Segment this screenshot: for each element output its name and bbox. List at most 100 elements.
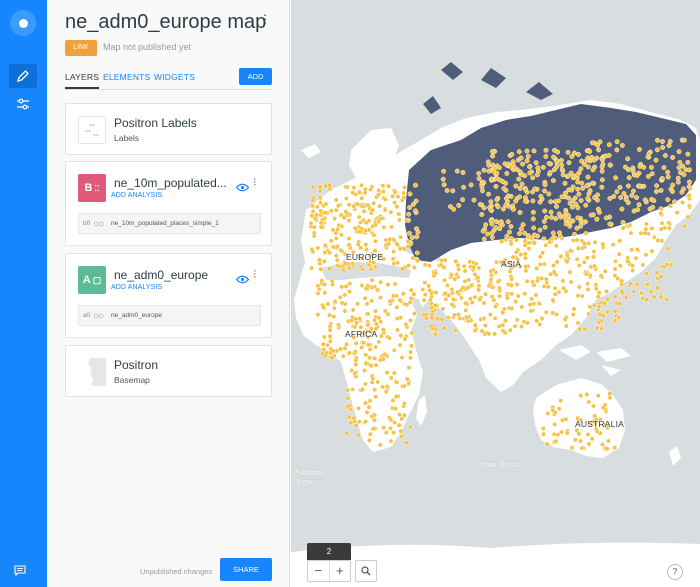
layer-card-basemap[interactable]: Positron Basemap — [65, 345, 272, 397]
layer-card-b[interactable]: B ⁚⁚ ne_10m_populated... ADD ANALYSIS · · ·… — [65, 161, 272, 246]
place-point — [649, 225, 655, 231]
place-point — [364, 409, 370, 415]
carto-logo-icon[interactable] — [10, 10, 36, 36]
place-point — [591, 254, 596, 260]
visibility-eye-icon[interactable] — [235, 271, 250, 289]
place-point — [350, 386, 356, 392]
place-point — [433, 290, 439, 296]
layer-options-kebab-icon[interactable]: · · · — [253, 266, 259, 283]
layer-card-labels[interactable]: Positron Labels Labels — [65, 103, 272, 155]
place-point — [565, 149, 571, 155]
place-point — [366, 404, 372, 410]
place-point — [454, 168, 460, 174]
place-point — [440, 176, 446, 182]
map-label-europe: EUROPE — [346, 252, 384, 262]
place-point — [617, 238, 623, 244]
place-point — [332, 298, 338, 304]
analysis-node[interactable]: a0 ne_adm0_europe — [78, 305, 261, 326]
tab-layers[interactable]: LAYERS — [65, 72, 100, 89]
place-point — [493, 269, 499, 275]
place-point — [583, 202, 589, 208]
place-point — [550, 230, 556, 236]
place-point — [516, 149, 522, 155]
zoom-out-button[interactable]: − — [308, 561, 329, 581]
place-point — [363, 419, 369, 425]
place-point — [317, 188, 323, 194]
place-point — [537, 227, 543, 233]
place-point — [583, 231, 589, 236]
place-point — [551, 154, 556, 160]
place-point — [322, 249, 328, 255]
place-point — [414, 234, 420, 240]
place-point — [575, 320, 581, 326]
add-layer-button[interactable]: ADD — [239, 68, 272, 85]
analysis-node[interactable]: b0 ne_10m_populated_places_simple_1 — [78, 213, 261, 234]
place-point — [612, 258, 618, 264]
place-point — [406, 230, 412, 236]
place-point — [449, 287, 455, 292]
place-point — [644, 297, 649, 303]
place-point — [543, 147, 549, 153]
place-point — [655, 237, 661, 243]
add-analysis-link[interactable]: ADD ANALYSIS — [111, 284, 162, 291]
place-point — [352, 349, 358, 354]
place-point — [314, 204, 320, 210]
place-point — [590, 180, 596, 186]
place-point — [336, 222, 342, 228]
place-point — [408, 295, 414, 301]
place-point — [538, 193, 544, 199]
place-point — [450, 188, 456, 194]
place-point — [563, 416, 569, 422]
place-point — [537, 254, 543, 260]
visibility-eye-icon[interactable] — [235, 179, 250, 197]
help-button[interactable]: ? — [667, 564, 683, 580]
unpublished-status: Unpublished changes — [140, 567, 213, 576]
tab-elements[interactable]: ELEMENTS — [103, 72, 150, 82]
place-point — [564, 430, 570, 436]
layer-name[interactable]: ne_adm0_europe — [114, 268, 229, 282]
place-point — [372, 387, 378, 393]
share-button[interactable]: SHARE — [220, 558, 272, 581]
place-point — [486, 191, 491, 197]
place-point — [554, 204, 559, 209]
layer-name[interactable]: ne_10m_populated... — [114, 176, 229, 190]
layer-options-kebab-icon[interactable]: · · · — [253, 174, 259, 191]
map-title[interactable]: ne_adm0_europe map — [65, 11, 266, 34]
tab-widgets[interactable]: WIDGETS — [154, 72, 195, 82]
map-options-kebab-icon[interactable]: · · · — [263, 8, 271, 29]
place-point — [658, 206, 664, 212]
chat-icon[interactable] — [14, 563, 26, 581]
add-analysis-link[interactable]: ADD ANALYSIS — [111, 192, 162, 199]
place-point — [636, 146, 642, 152]
place-point — [353, 358, 359, 363]
map-canvas[interactable]: EUROPE ASIA AFRICA AUSTRALIA Indian Ocea… — [291, 0, 700, 587]
place-point — [377, 442, 383, 448]
map-search-icon[interactable] — [355, 560, 377, 582]
place-point — [575, 215, 581, 221]
place-point — [394, 241, 400, 247]
place-point — [543, 242, 549, 248]
place-point — [563, 323, 569, 329]
place-point — [363, 227, 369, 233]
place-point — [471, 197, 477, 203]
place-point — [335, 263, 340, 269]
place-point — [541, 218, 547, 224]
zoom-in-button[interactable]: + — [328, 561, 351, 581]
place-point — [514, 317, 520, 323]
place-point — [685, 151, 691, 157]
place-point — [333, 207, 339, 213]
place-point — [599, 326, 605, 332]
place-point — [367, 398, 373, 404]
edit-pencil-icon[interactable] — [9, 64, 37, 88]
layer-card-a[interactable]: A ▢ ne_adm0_europe ADD ANALYSIS · · · a0 ne… — [65, 253, 272, 338]
place-point — [343, 196, 349, 201]
place-point — [402, 336, 408, 342]
settings-sliders-icon[interactable] — [9, 92, 37, 116]
place-point — [378, 295, 383, 300]
place-point — [381, 425, 387, 431]
node-source: ne_adm0_europe — [111, 312, 162, 319]
place-point — [323, 242, 328, 248]
place-point — [552, 199, 558, 205]
place-point — [433, 270, 439, 276]
node-id: a0 — [83, 312, 91, 319]
